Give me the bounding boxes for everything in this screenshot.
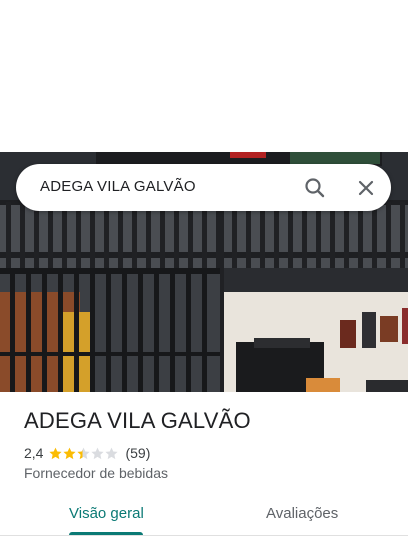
star-icon [49, 447, 63, 459]
search-input[interactable]: ADEGA VILA GALVÃO [40, 178, 196, 195]
tab-bar: Visão geral Avaliações [0, 496, 408, 544]
map-blank-area [0, 0, 408, 152]
tab-reviews[interactable]: Avaliações [266, 505, 338, 522]
tabs-divider [0, 535, 408, 536]
star-rating [49, 447, 119, 460]
place-category[interactable]: Fornecedor de bebidas [24, 465, 168, 481]
star-icon [105, 447, 119, 459]
rating-row[interactable]: 2,4 (59) [24, 444, 150, 462]
star-icon [91, 447, 105, 459]
tab-overview[interactable]: Visão geral [69, 505, 144, 522]
rating-value: 2,4 [24, 445, 44, 461]
close-icon[interactable] [352, 174, 380, 202]
search-icon[interactable] [301, 174, 329, 202]
place-title: ADEGA VILA GALVÃO [24, 408, 251, 433]
reviews-count[interactable]: (59) [125, 445, 150, 461]
search-bar[interactable]: ADEGA VILA GALVÃO [16, 164, 391, 211]
star-icon [77, 447, 91, 459]
star-icon [63, 447, 77, 459]
